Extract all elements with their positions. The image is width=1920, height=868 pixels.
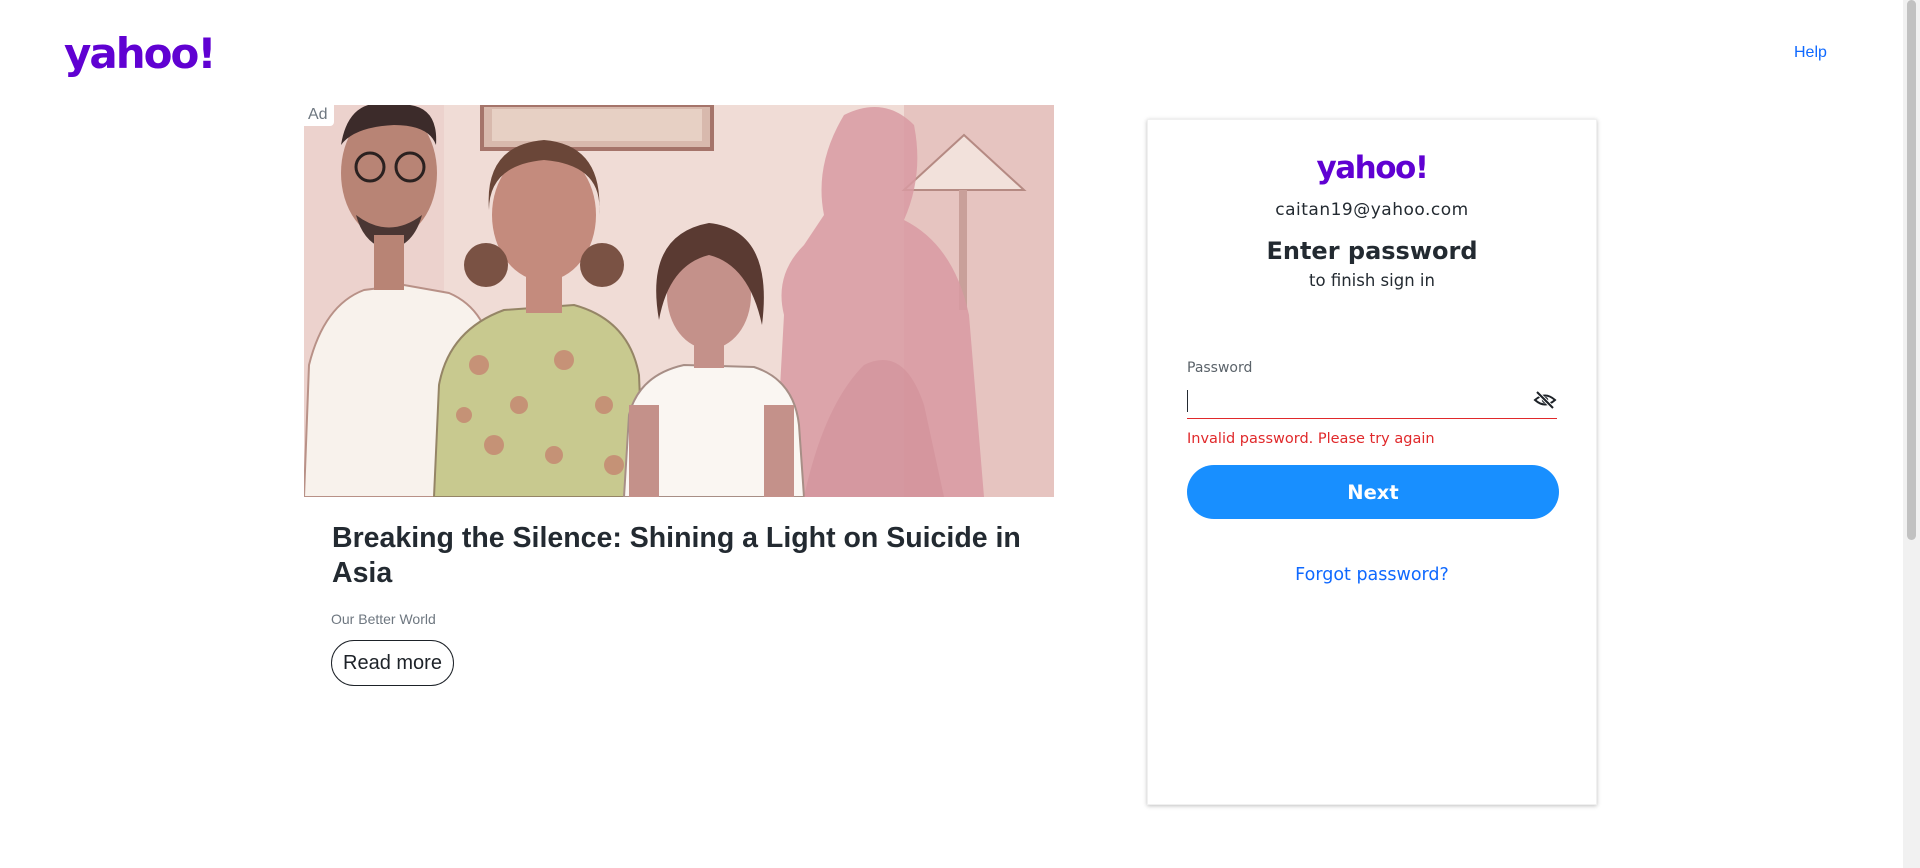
page: yahoo! Help Ad Breaking the Silence: Shi… — [0, 0, 1920, 868]
password-label: Password — [1187, 360, 1253, 376]
forgot-password-link[interactable]: Forgot password? — [1295, 565, 1449, 585]
password-field-group: Password Invalid password. Please try ag… — [1187, 360, 1557, 447]
ad-panel: Ad Breaking the Silence: Shining a Light… — [304, 105, 1054, 686]
login-card: yahoo! caitan19@yahoo.com Enter password… — [1147, 119, 1597, 805]
watercolor-family-illustration — [304, 105, 1054, 497]
text-cursor — [1187, 390, 1188, 412]
card-yahoo-logo: yahoo! — [1316, 150, 1429, 186]
scrollbar-thumb[interactable] — [1907, 0, 1916, 540]
ad-image[interactable]: Ad — [304, 105, 1054, 497]
password-field-row — [1187, 384, 1557, 419]
account-email: caitan19@yahoo.com — [1275, 200, 1469, 220]
read-more-button[interactable]: Read more — [331, 640, 454, 686]
page-scrollbar[interactable] — [1903, 0, 1920, 868]
eye-slash-icon[interactable] — [1533, 388, 1557, 412]
next-button[interactable]: Next — [1187, 465, 1559, 519]
page-title: Enter password — [1266, 237, 1478, 265]
ad-headline[interactable]: Breaking the Silence: Shining a Light on… — [332, 521, 1026, 591]
yahoo-logo[interactable]: yahoo! — [64, 30, 216, 78]
page-subtitle: to finish sign in — [1309, 271, 1435, 290]
help-link[interactable]: Help — [1794, 44, 1827, 62]
password-error-message: Invalid password. Please try again — [1187, 431, 1435, 447]
password-input[interactable] — [1187, 384, 1517, 414]
ad-sponsor: Our Better World — [331, 611, 436, 627]
ad-badge: Ad — [304, 105, 334, 126]
